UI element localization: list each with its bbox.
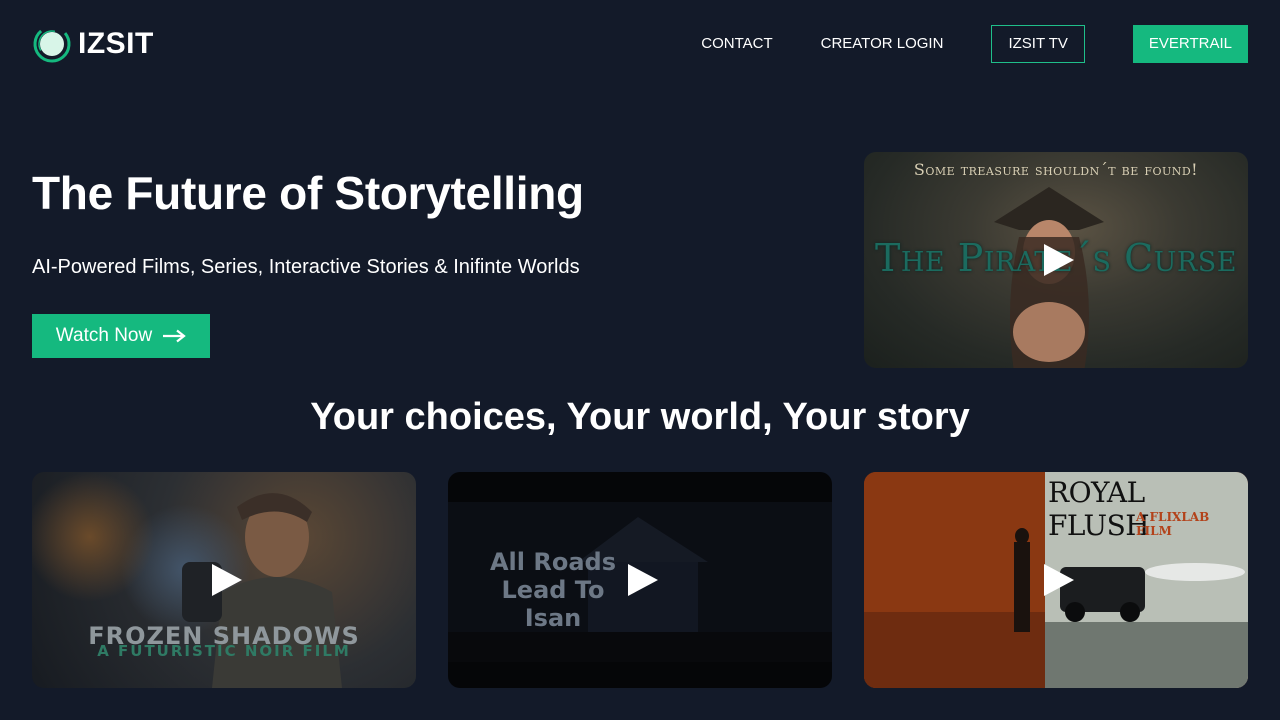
nav-creator-login[interactable]: CREATOR LOGIN [821,25,944,63]
site-header: IZSIT CONTACT CREATOR LOGIN IZSIT TV EVE… [0,0,1280,88]
card-title: All Roads Lead To Isan [478,548,628,632]
watch-now-label: Watch Now [55,325,153,346]
main-nav: CONTACT CREATOR LOGIN IZSIT TV EVERTRAIL [701,25,1248,63]
video-card-frozen-shadows[interactable]: FROZEN SHADOWS A FUTURISTIC NOIR FILM [32,472,416,688]
arrow-right-icon [163,329,186,343]
play-icon[interactable] [210,562,244,598]
nav-contact[interactable]: CONTACT [701,25,772,63]
video-card-all-roads[interactable]: All Roads Lead To Isan [448,472,832,688]
card-subtitle: A FLIXLAB FILM [1136,510,1210,538]
logo-text: IZSIT [78,27,154,60]
orange-scene-image [864,472,1045,688]
section-title: Your choices, Your world, Your story [310,396,970,438]
hero-subtitle: AI-Powered Films, Series, Interactive St… [32,256,580,278]
video-card-royal-flush[interactable]: ROYAL FLUSH A FLIXLAB FILM [864,472,1248,688]
card-title-line1: All Roads [489,548,616,576]
play-icon[interactable] [626,562,660,598]
hero-title: The Future of Storytelling [32,167,584,219]
card-subtitle: A FUTURISTIC NOIR FILM [97,642,351,660]
featured-video-card[interactable]: Some treasure shouldn´t be found! The Pi… [864,152,1248,368]
play-icon[interactable] [1042,562,1076,598]
logo[interactable]: IZSIT [32,24,154,64]
logo-icon [33,25,71,63]
nav-izsit-tv-button[interactable]: IZSIT TV [991,25,1085,63]
nav-evertrail-button[interactable]: EVERTRAIL [1132,25,1248,63]
featured-tagline: Some treasure shouldn´t be found! [913,160,1199,179]
card-title-line2: Lead To Isan [501,576,605,632]
watch-now-button[interactable]: Watch Now [32,314,210,358]
play-icon[interactable] [1042,242,1076,278]
